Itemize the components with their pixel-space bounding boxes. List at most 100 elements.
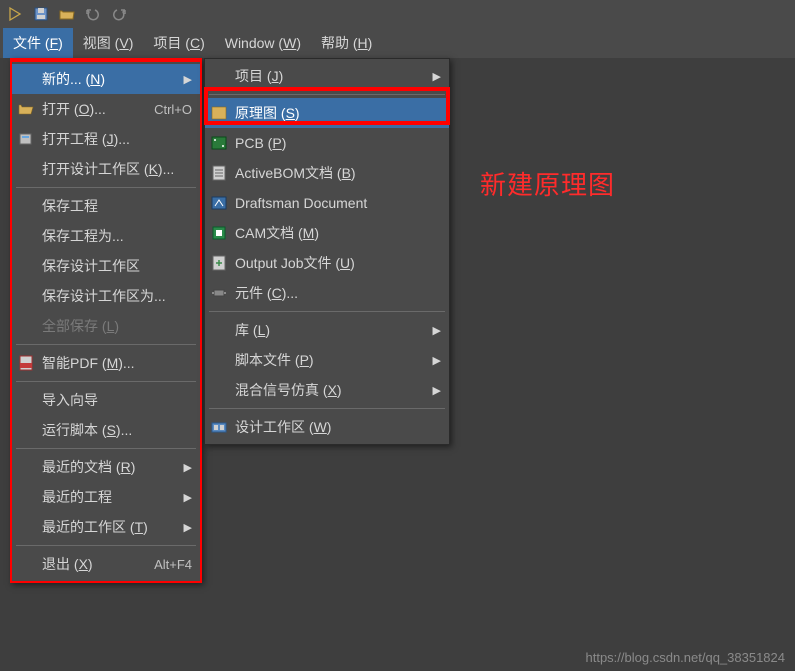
blank-icon [16,287,36,305]
pdf-icon [16,354,36,372]
file-menu-item-20[interactable]: 退出 (X)Alt+F4 [12,549,200,579]
file-menu-item-11[interactable]: 智能PDF (M)... [12,348,200,378]
chevron-right-icon: ▶ [433,354,441,367]
menu-item-label: 最近的工程 [42,487,176,507]
blank-icon [16,317,36,335]
file-menu-item-3[interactable]: 打开设计工作区 (K)... [12,154,200,184]
new-submenu-item-3[interactable]: PCB (P) [205,128,449,158]
menu-item-label: 原理图 (S) [235,103,441,123]
file-menu-item-14[interactable]: 运行脚本 (S)... [12,415,200,445]
blank-icon [16,257,36,275]
menu-item-label: 保存工程 [42,196,192,216]
menu-item-label: 保存设计工作区为... [42,286,192,306]
file-menu-item-16[interactable]: 最近的文档 (R) ▶ [12,452,200,482]
component-icon [209,284,229,302]
cam-icon [209,224,229,242]
menu-separator [16,187,196,188]
blank-icon [209,67,229,85]
save-icon[interactable] [32,5,50,23]
folder-open-icon[interactable] [58,5,76,23]
file-menu-item-9: 全部保存 (L) [12,311,200,341]
menu-item-shortcut: Ctrl+O [154,102,192,117]
chevron-right-icon: ▶ [184,521,192,534]
pcb-icon [209,134,229,152]
blank-icon [16,458,36,476]
menu-item-label: 新的... (N) [42,69,176,89]
menu-item-label: 最近的文档 (R) [42,457,176,477]
file-menu-item-18[interactable]: 最近的工作区 (T) ▶ [12,512,200,542]
menu-item-label: 打开工程 (J)... [42,129,192,149]
file-menu-item-6[interactable]: 保存工程为... [12,221,200,251]
new-submenu-item-7[interactable]: Output Job文件 (U) [205,248,449,278]
menu-separator [16,545,196,546]
menu-item-label: ActiveBOM文档 (B) [235,163,441,183]
menu-item-label: 项目 (J) [235,66,425,86]
chevron-right-icon: ▶ [433,70,441,83]
new-submenu-item-4[interactable]: ActiveBOM文档 (B) [205,158,449,188]
menu-item-label: 智能PDF (M)... [42,353,192,373]
project-icon [16,130,36,148]
menu-item-label: 库 (L) [235,320,425,340]
watermark: https://blog.csdn.net/qq_38351824 [586,650,786,665]
new-submenu-item-5[interactable]: Draftsman Document [205,188,449,218]
file-menu-item-8[interactable]: 保存设计工作区为... [12,281,200,311]
redo-icon[interactable] [110,5,128,23]
schematic-icon [209,104,229,122]
new-submenu-item-10[interactable]: 库 (L)▶ [205,315,449,345]
new-submenu: 项目 (J) ▶ 原理图 (S) PCB (P) ActiveBOM文档 (B) Draf… [204,58,450,445]
undo-icon[interactable] [84,5,102,23]
file-menu-item-0[interactable]: 新的... (N) ▶ [12,64,200,94]
menu-item-label: 全部保存 (L) [42,316,192,336]
new-submenu-item-2[interactable]: 原理图 (S) [205,98,449,128]
chevron-right-icon: ▶ [184,461,192,474]
menu-project[interactable]: 项目 (C) [143,28,214,58]
menu-item-label: 脚本文件 (P) [235,350,425,370]
menu-item-label: 元件 (C)... [235,283,441,303]
menu-separator [16,448,196,449]
menu-window[interactable]: Window (W) [215,30,311,56]
draftsman-icon [209,194,229,212]
new-submenu-item-6[interactable]: CAM文档 (M) [205,218,449,248]
menu-separator [209,94,445,95]
menu-item-label: 保存工程为... [42,226,192,246]
menu-separator [209,408,445,409]
file-menu-item-5[interactable]: 保存工程 [12,191,200,221]
new-submenu-item-12[interactable]: 混合信号仿真 (X) ▶ [205,375,449,405]
chevron-right-icon: ▶ [184,73,192,86]
blank-icon [16,197,36,215]
new-submenu-item-14[interactable]: 设计工作区 (W) [205,412,449,442]
menu-file-label: 文件 ( [13,35,50,51]
menu-separator [209,311,445,312]
new-submenu-item-0[interactable]: 项目 (J) ▶ [205,61,449,91]
blank-icon [209,321,229,339]
menu-item-label: 最近的工作区 (T) [42,517,176,537]
new-submenu-item-8[interactable]: 元件 (C)... [205,278,449,308]
menu-item-label: 打开设计工作区 (K)... [42,159,192,179]
menubar: 文件 (F) 视图 (V) 项目 (C) Window (W) 帮助 (H) [0,28,795,58]
new-submenu-item-11[interactable]: 脚本文件 (P) ▶ [205,345,449,375]
chevron-right-icon: ▶ [433,384,441,397]
file-menu-item-13[interactable]: 导入向导 [12,385,200,415]
file-menu-item-7[interactable]: 保存设计工作区 [12,251,200,281]
blank-icon [16,518,36,536]
blank-icon [16,70,36,88]
file-menu-item-1[interactable]: 打开 (O)... Ctrl+O [12,94,200,124]
menu-item-label: 设计工作区 (W) [235,417,441,437]
menu-item-label: 混合信号仿真 (X) [235,380,425,400]
menu-help[interactable]: 帮助 (H) [311,28,382,58]
file-menu-item-17[interactable]: 最近的工程▶ [12,482,200,512]
menu-item-label: 保存设计工作区 [42,256,192,276]
menu-item-label: 打开 (O)... [42,99,144,119]
toolbar [0,0,795,28]
menu-separator [16,344,196,345]
annotation-text: 新建原理图 [480,165,615,202]
menu-item-label: PCB (P) [235,135,441,151]
menu-file[interactable]: 文件 (F) [3,28,73,58]
file-menu-item-2[interactable]: 打开工程 (J)... [12,124,200,154]
menu-item-label: Draftsman Document [235,195,441,211]
menu-item-shortcut: Alt+F4 [154,557,192,572]
logo-icon [6,5,24,23]
menu-view[interactable]: 视图 (V) [73,28,144,58]
blank-icon [16,160,36,178]
blank-icon [209,381,229,399]
